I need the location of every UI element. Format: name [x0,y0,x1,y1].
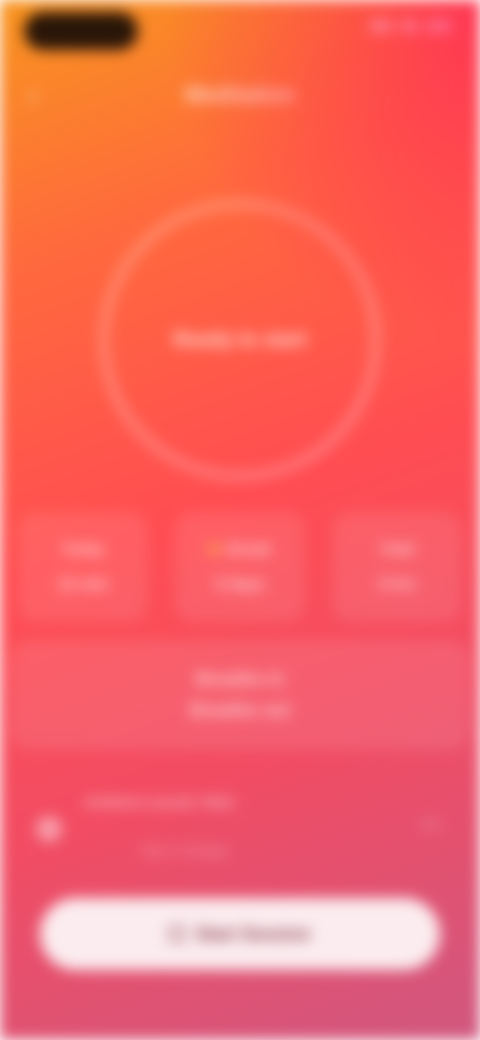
app-screen: 9:41 ‹ Meditation Ready to start Today 1… [0,0,480,1040]
stats-row: Today 12 min Streak 5 days Total 3 hrs [18,512,462,622]
breathing-line-2: Breathe out [189,700,290,720]
stat-card-total[interactable]: Total 3 hrs [332,512,462,622]
ambient-sound-subtitle: Tap to change [140,842,228,858]
timer-ring[interactable]: Ready to start [100,200,380,480]
stat-value: 5 days [215,575,265,593]
flame-icon [209,544,220,554]
stat-label: Today [61,540,105,558]
status-time: 9:41 [24,12,138,50]
stat-card-streak[interactable]: Streak 5 days [175,512,305,622]
timer-label: Ready to start [173,328,307,351]
nav-bar: ‹ Meditation [0,74,480,118]
play-icon [169,926,186,942]
stat-label-row: Streak [209,541,271,558]
ambient-sound-status: On [421,816,440,832]
breathing-card[interactable]: Breathe in Breathe out [10,640,470,750]
battery-icon [426,20,452,32]
sound-icon [36,816,62,842]
breathing-line-1: Breathe in [195,669,285,689]
stat-card-today[interactable]: Today 12 min [18,512,148,622]
ambient-sound-title: Ambient sound: Rain [84,794,235,811]
page-title: Meditation [185,82,295,107]
stat-value: 12 min [57,575,109,593]
signal-icon [370,20,392,32]
ambient-sound-row[interactable]: Ambient sound: Rain Tap to change On [0,770,480,880]
stat-label: Streak [225,540,271,558]
status-icons [370,20,452,32]
start-session-button[interactable]: Start Session [40,898,440,970]
stat-label: Total [379,540,415,558]
stat-value: 3 hrs [377,575,417,593]
status-bar: 9:41 [0,0,480,64]
wifi-icon [400,20,418,32]
start-session-label: Start Session [195,923,311,944]
